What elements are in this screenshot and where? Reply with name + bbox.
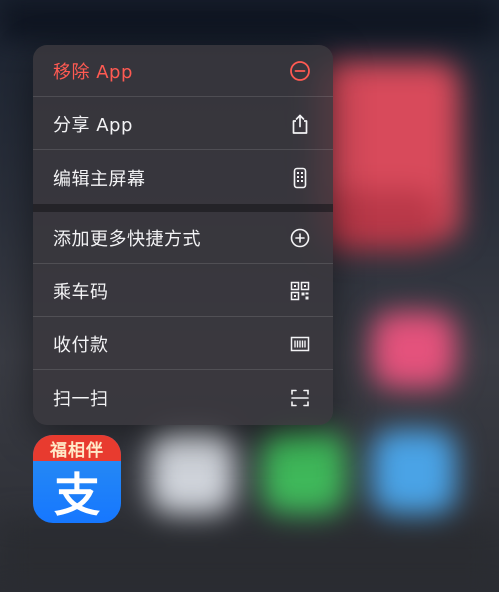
menu-group-separator	[33, 204, 333, 212]
menu-item-label: 乘车码	[53, 281, 109, 303]
phone-icon	[289, 167, 311, 189]
alipay-app-icon[interactable]: 福相伴 支	[33, 435, 121, 523]
menu-item-share-app[interactable]: 分享 App	[33, 98, 333, 150]
blurred-widget	[320, 190, 440, 250]
blurred-app-icon	[372, 312, 456, 388]
menu-item-label: 分享 App	[53, 114, 133, 136]
qr-code-icon	[289, 280, 311, 302]
blurred-app-icon	[262, 430, 346, 514]
plus-circle-icon	[289, 227, 311, 249]
app-context-menu: 移除 App 分享 App 编辑主屏幕 添加更多快捷方式 乘车码 收付款 扫一扫	[33, 45, 333, 425]
scan-icon	[289, 387, 311, 409]
menu-item-label: 收付款	[53, 334, 109, 356]
dock-blur	[0, 520, 499, 592]
menu-item-label: 编辑主屏幕	[53, 168, 146, 190]
barcode-icon	[289, 333, 311, 355]
menu-item-label: 移除 App	[53, 61, 133, 83]
menu-item-label: 扫一扫	[53, 389, 109, 410]
menu-item-label: 添加更多快捷方式	[53, 228, 201, 250]
menu-item-payment[interactable]: 收付款	[33, 318, 333, 370]
menu-item-scan[interactable]: 扫一扫	[33, 371, 333, 425]
menu-item-add-shortcuts[interactable]: 添加更多快捷方式	[33, 212, 333, 264]
alipay-logo-icon: 支	[54, 468, 100, 522]
share-icon	[289, 113, 311, 135]
blurred-app-icon	[372, 430, 456, 514]
minus-circle-icon	[289, 60, 311, 82]
menu-item-transit-code[interactable]: 乘车码	[33, 265, 333, 317]
blurred-app-icon	[150, 430, 234, 514]
menu-item-edit-home-screen[interactable]: 编辑主屏幕	[33, 151, 333, 204]
status-area-blur	[0, 0, 499, 40]
menu-item-remove-app[interactable]: 移除 App	[33, 45, 333, 97]
app-icon-banner: 福相伴	[33, 435, 121, 461]
